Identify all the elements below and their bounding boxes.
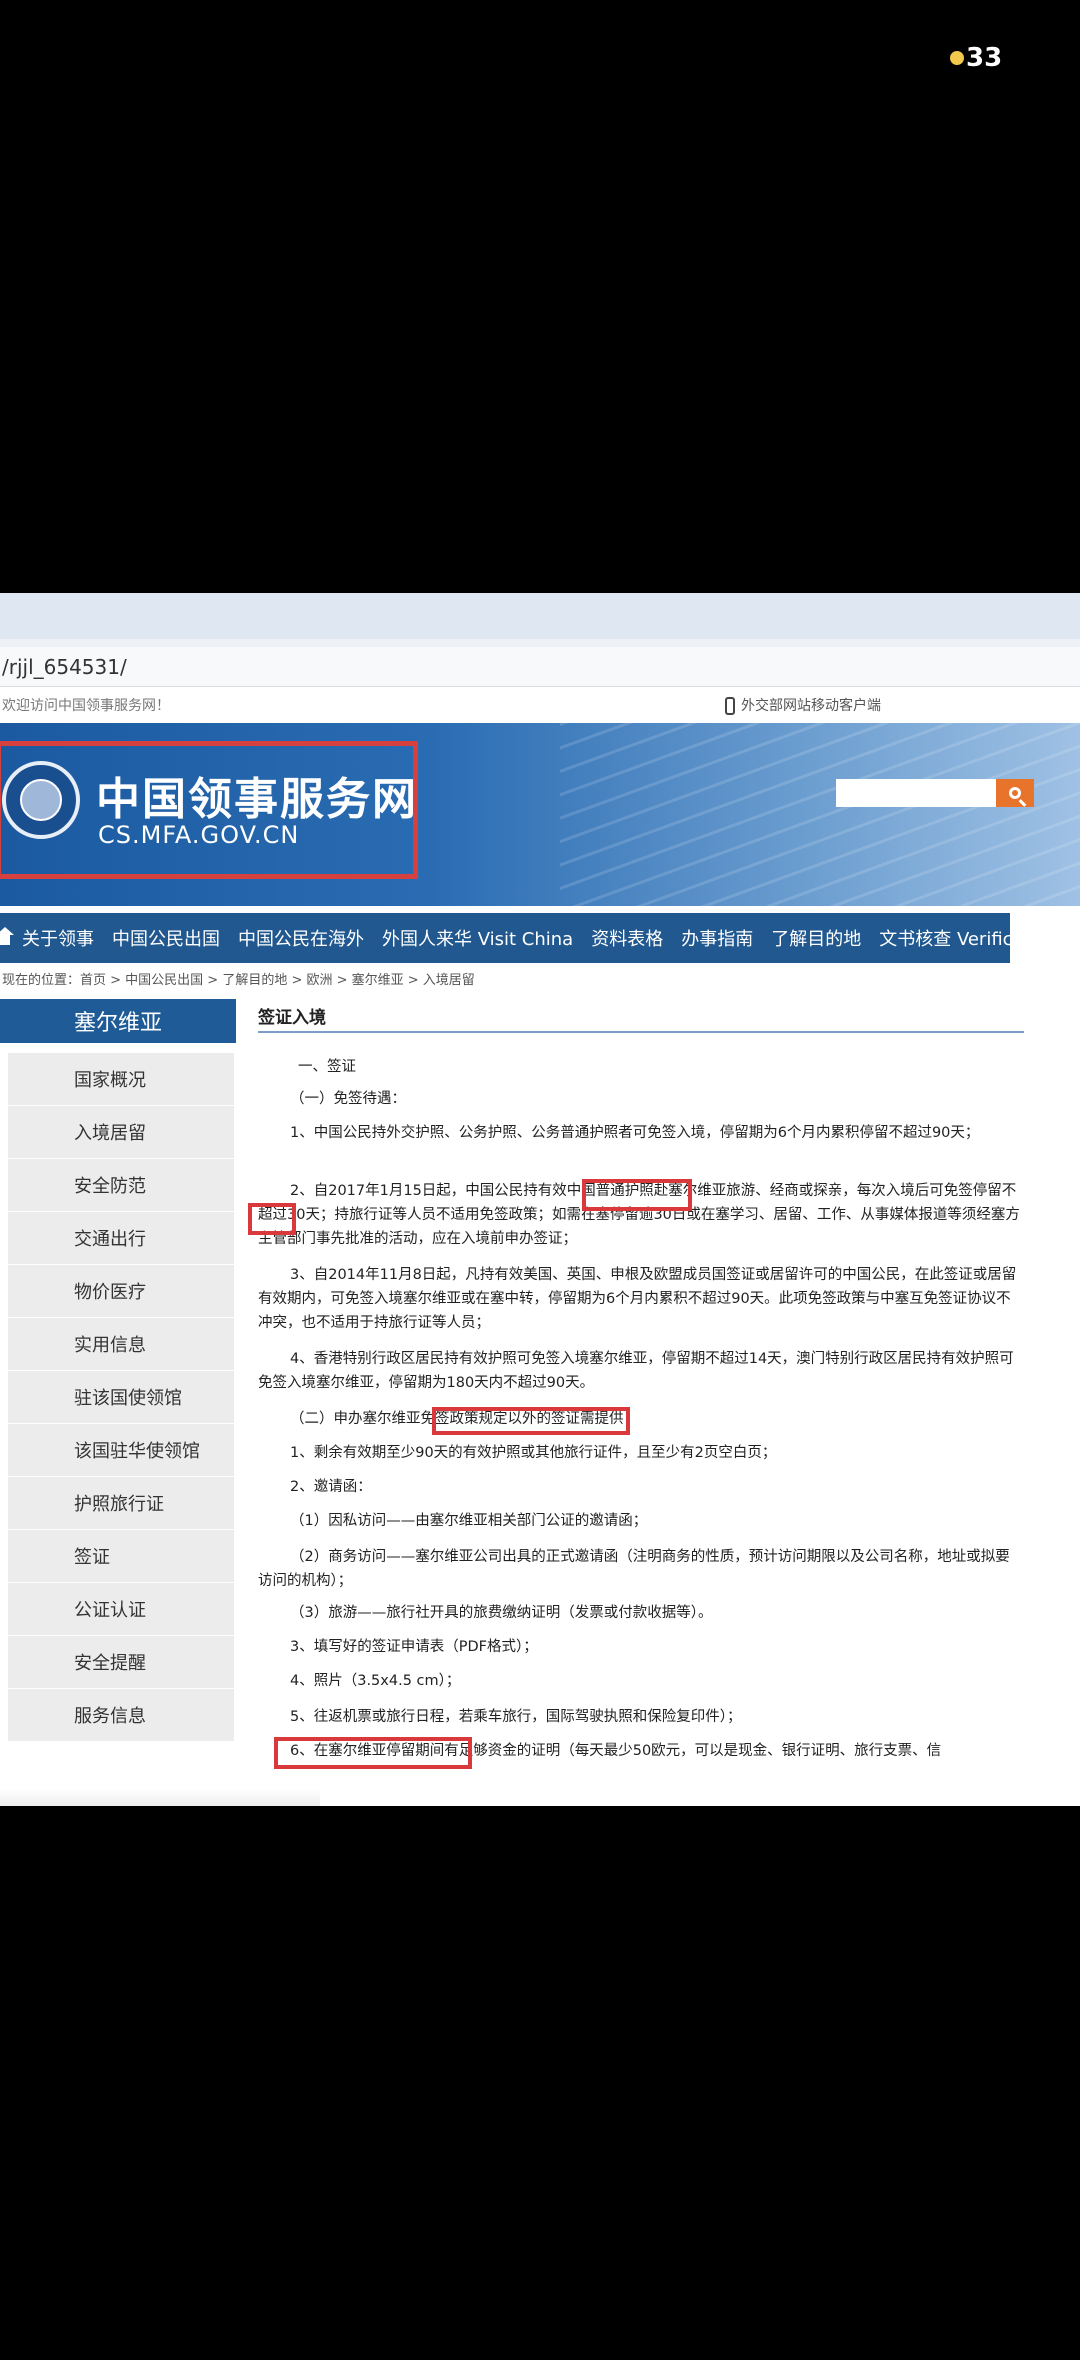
site-banner: 中国领事服务网 CS.MFA.GOV.CN: [0, 723, 1080, 906]
phone-icon: [725, 697, 735, 715]
address-bar[interactable]: /rjjl_654531/: [0, 647, 1080, 687]
nav-item-guide[interactable]: 办事指南: [681, 925, 753, 951]
paragraph: （一）免签待遇：: [290, 1091, 406, 1107]
status-indicator: 33: [950, 40, 1010, 76]
sidebar-item-service-info[interactable]: 服务信息: [8, 1689, 234, 1742]
search-icon: [1009, 787, 1021, 799]
mobile-client-label: 外交部网站移动客户端: [741, 698, 881, 714]
highlight-box-visa-beyond-policy: [432, 1407, 630, 1435]
highlight-box-tickets-itinerary: [274, 1737, 472, 1769]
highlight-box-ordinary-passport: [582, 1179, 692, 1211]
sidebar-item-prices-medical[interactable]: 物价医疗: [8, 1265, 234, 1318]
sidebar-item-visa[interactable]: 签证: [8, 1530, 234, 1583]
address-url: /rjjl_654531/: [2, 655, 127, 679]
paragraph: 2、邀请函：: [290, 1479, 372, 1495]
breadcrumb: 现在的位置：首页 > 中国公民出国 > 了解目的地 > 欧洲 > 塞尔维亚 > …: [2, 973, 475, 988]
nav-item-citizens-abroad-travel[interactable]: 中国公民出国: [112, 925, 220, 951]
sidebar-title: 塞尔维亚: [0, 999, 236, 1043]
sidebar-item-embassies-in-china[interactable]: 该国驻华使领馆: [8, 1424, 234, 1477]
sidebar-item-notarization[interactable]: 公证认证: [8, 1583, 234, 1636]
sidebar-item-practical-info[interactable]: 实用信息: [8, 1318, 234, 1371]
webpage-screenshot: /rjjl_654531/ 欢迎访问中国领事服务网！ 外交部网站移动客户端 中国…: [0, 593, 1080, 1806]
search-button[interactable]: [996, 779, 1034, 807]
paragraph: （二）申办塞尔维亚免签政策规定以外的签证需提供：: [290, 1411, 638, 1427]
page-fade: [0, 1789, 320, 1806]
sidebar-item-transport[interactable]: 交通出行: [8, 1212, 234, 1265]
nav-item-forms[interactable]: 资料表格: [591, 925, 663, 951]
paragraph: （1）因私访问——由塞尔维亚相关部门公证的邀请函；: [290, 1513, 648, 1529]
nav-item-verification[interactable]: 文书核查 Verification: [879, 925, 1058, 951]
sidebar-list: 国家概况 入境居留 安全防范 交通出行 物价医疗 实用信息 驻该国使领馆 该国驻…: [8, 1053, 234, 1742]
paragraph: 5、往返机票或旅行日程，若乘车旅行，国际驾驶执照和保险复印件）；: [290, 1709, 742, 1725]
paragraph: 3、填写好的签证申请表（PDF格式）；: [290, 1639, 538, 1655]
browser-separator: [0, 639, 1080, 647]
paragraph: （2）商务访问——塞尔维亚公司出具的正式邀请函（注明商务的性质，预计访问期限以及…: [258, 1549, 1010, 1589]
sidebar-item-embassies-there[interactable]: 驻该国使领馆: [8, 1371, 234, 1424]
logo-highlight-box: [0, 741, 418, 879]
paragraph: 1、中国公民持外交护照、公务护照、公务普通护照者可免签入境，停留期为6个月内累积…: [290, 1125, 980, 1141]
mobile-client-link[interactable]: 外交部网站移动客户端: [725, 689, 881, 723]
nav-item-visit-china[interactable]: 外国人来华 Visit China: [382, 925, 573, 951]
paragraph: （3）旅游——旅行社开具的旅费缴纳证明（发票或付款收据等）。: [290, 1605, 713, 1621]
sidebar-item-safety[interactable]: 安全防范: [8, 1159, 234, 1212]
nav-item-citizens-overseas[interactable]: 中国公民在海外: [238, 925, 364, 951]
welcome-text: 欢迎访问中国领事服务网！: [2, 698, 170, 714]
sidebar-item-country-overview[interactable]: 国家概况: [8, 1053, 234, 1106]
nav-item-destinations[interactable]: 了解目的地: [771, 925, 861, 951]
search-input[interactable]: [836, 779, 996, 807]
top-info-bar: 欢迎访问中国领事服务网！ 外交部网站移动客户端: [0, 689, 1080, 723]
paragraph: 4、香港特别行政区居民持有效护照可免签入境塞尔维亚，停留期不超过14天，澳门特别…: [258, 1351, 1014, 1391]
great-wall-decoration: [560, 723, 1080, 906]
sidebar-item-entry-residence[interactable]: 入境居留: [8, 1106, 234, 1159]
sidebar-item-safety-alerts[interactable]: 安全提醒: [8, 1636, 234, 1689]
nav-item-about-consular[interactable]: 关于领事: [22, 925, 94, 951]
highlight-box-visa-exempt: [248, 1203, 296, 1235]
paragraph: 3、自2014年11月8日起，凡持有效美国、英国、申根及欧盟成员国签证或居留许可…: [258, 1267, 1017, 1331]
sidebar-item-passport[interactable]: 护照旅行证: [8, 1477, 234, 1530]
paragraph: 一、签证: [298, 1059, 356, 1075]
paragraph: 1、剩余有效期至少90天的有效护照或其他旅行证件，且至少有2页空白页；: [290, 1445, 777, 1461]
main-content: 签证入境 一、签证 （一）免签待遇： 1、中国公民持外交护照、公务护照、公务普通…: [248, 1003, 1024, 1769]
browser-toolbar: [0, 593, 1080, 639]
content-title: 签证入境: [258, 1003, 1024, 1033]
main-nav: 关于领事 中国公民出国 中国公民在海外 外国人来华 Visit China 资料…: [0, 913, 1058, 963]
status-dot-icon: [950, 51, 964, 65]
paragraph: 4、照片（3.5x4.5 cm）；: [290, 1673, 461, 1689]
status-indicator-text: 33: [966, 43, 1003, 73]
home-icon[interactable]: [0, 927, 14, 945]
